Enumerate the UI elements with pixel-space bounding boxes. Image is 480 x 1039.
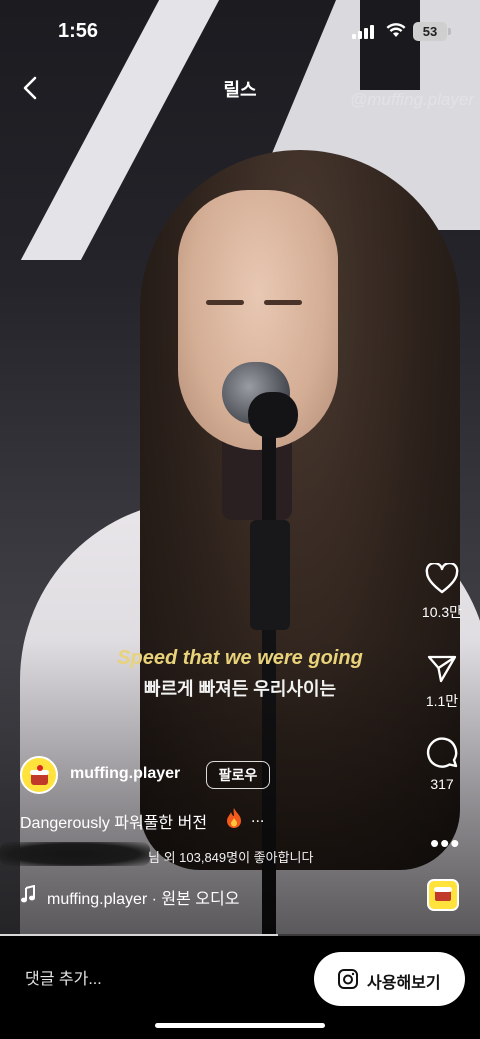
fire-icon — [227, 808, 241, 828]
redacted-scribble — [0, 842, 150, 866]
camera-icon — [338, 969, 358, 989]
audio-thumbnail[interactable] — [427, 879, 459, 911]
singer-eye — [264, 300, 302, 305]
caption-more[interactable]: ... — [251, 809, 264, 827]
singer-eye — [206, 300, 244, 305]
like-button[interactable]: 10.3만 — [412, 563, 472, 622]
cake-cream — [434, 887, 452, 892]
wifi-icon — [386, 23, 406, 37]
subtitle-english: Speed that we were going — [117, 647, 363, 669]
share-button[interactable]: 1.1만 — [412, 654, 472, 711]
home-indicator[interactable] — [155, 1023, 325, 1028]
subtitle-korean: 빠르게 빠져든 우리사이는 — [143, 679, 337, 699]
comment-button[interactable]: 317 — [412, 735, 472, 792]
comment-count: 317 — [430, 776, 454, 792]
audio-source[interactable]: muffing.player · 원본 오디오 — [47, 885, 239, 909]
microphone-body — [248, 392, 298, 438]
username[interactable]: muffing.player — [70, 765, 180, 783]
cellular-signal-icon — [352, 25, 376, 39]
send-icon — [427, 655, 457, 683]
page-title: 릴스 — [223, 80, 257, 100]
cake-cherry — [37, 765, 43, 771]
like-count: 10.3만 — [421, 604, 463, 620]
reel-video[interactable]: @muffing.player Speed that we were going… — [0, 0, 480, 935]
caption-text[interactable]: Dangerously 파워풀한 버전 — [20, 809, 207, 833]
avatar[interactable] — [20, 756, 58, 794]
status-time: 1:56 — [58, 20, 99, 42]
heart-icon — [425, 563, 459, 594]
use-template-label: 사용해보기 — [367, 975, 441, 992]
battery-level: 53 — [413, 22, 447, 41]
comment-icon — [426, 737, 458, 768]
battery-tip — [448, 28, 451, 35]
share-count: 1.1만 — [425, 693, 459, 709]
use-template-button[interactable]: 사용해보기 — [314, 952, 465, 1006]
music-note-icon — [21, 885, 35, 903]
status-bar: 1:56 53 — [0, 0, 480, 60]
follow-button[interactable]: 팔로우 — [206, 761, 270, 789]
comment-input[interactable] — [25, 968, 285, 992]
likes-summary[interactable]: 님 외 103,849명이 좋아합니다 — [148, 847, 313, 866]
mic-clip — [250, 520, 290, 630]
more-options-icon[interactable]: ••• — [430, 830, 460, 856]
